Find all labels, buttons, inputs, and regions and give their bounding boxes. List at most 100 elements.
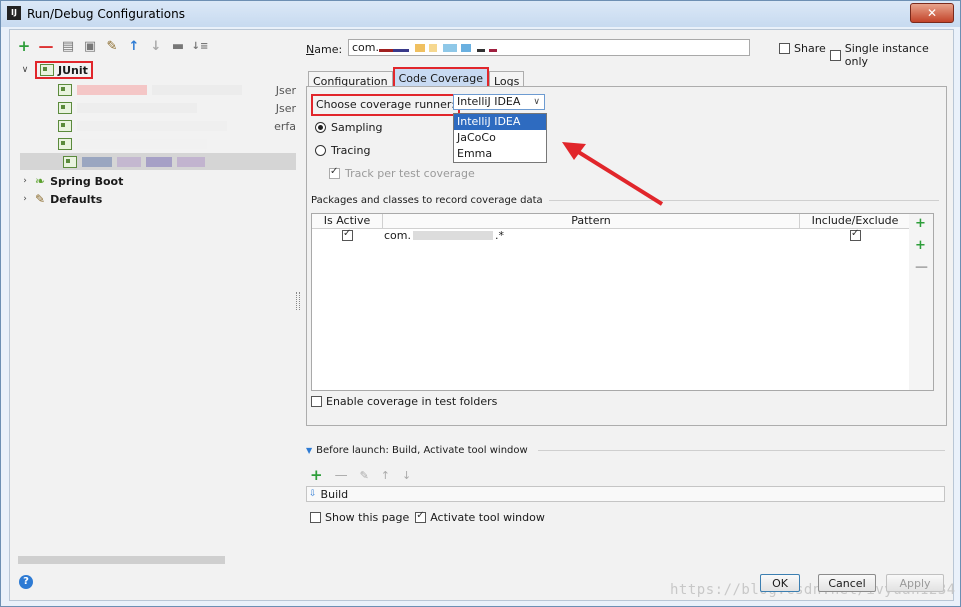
tree-label-suffix: erfa: [274, 119, 296, 133]
single-instance-option[interactable]: Single instance only: [830, 42, 953, 68]
spring-boot-icon: ❧: [35, 174, 46, 188]
add-task-icon[interactable]: +: [310, 466, 323, 484]
tree-label-suffix: Jser: [275, 101, 296, 115]
packages-group-label: Packages and classes to record coverage …: [311, 195, 543, 206]
junit-icon: [40, 64, 54, 76]
title-bar[interactable]: IJ Run/Debug Configurations ✕: [1, 1, 960, 27]
wrench-icon[interactable]: ✎: [106, 39, 118, 54]
wrench-icon: ✎: [35, 192, 46, 206]
junit-test-icon: [58, 102, 72, 114]
tree-node-test-1[interactable]: Jser: [58, 82, 296, 98]
tree-node-spring-boot[interactable]: › ❧ Spring Boot: [20, 173, 123, 189]
coverage-runner-dropdown: IntelliJ IDEA JaCoCo Emma: [453, 113, 547, 163]
intellij-app-icon: IJ: [7, 6, 21, 20]
row-pattern[interactable]: com. .*: [384, 229, 504, 242]
show-page-label: Show this page: [325, 511, 410, 524]
runner-option-emma[interactable]: Emma: [454, 146, 546, 162]
tree-label-junit: JUnit: [58, 63, 88, 77]
sampling-option[interactable]: Sampling: [315, 121, 383, 134]
before-launch-build-item[interactable]: ⇩ Build: [306, 486, 945, 502]
enable-test-folders-checkbox[interactable]: [311, 396, 322, 407]
move-up-icon[interactable]: ↑: [128, 39, 140, 54]
move-down-icon[interactable]: ↓: [402, 469, 411, 482]
add-package-icon[interactable]: +: [915, 238, 926, 253]
pane-splitter[interactable]: [296, 292, 300, 310]
tree-node-test-4[interactable]: [58, 136, 296, 152]
patterns-table[interactable]: Is Active Pattern Include/Exclude com. .…: [311, 213, 911, 391]
sampling-radio[interactable]: [315, 122, 326, 133]
window-title: Run/Debug Configurations: [27, 7, 185, 21]
config-tree: ∨ JUnit Jser Jser erfa › ❧ Spring Boot ›…: [18, 60, 296, 560]
col-include-exclude[interactable]: Include/Exclude: [800, 214, 910, 228]
tree-node-defaults[interactable]: › ✎ Defaults: [20, 191, 102, 207]
remove-icon[interactable]: —: [39, 37, 54, 55]
folder-icon[interactable]: ▬: [172, 39, 184, 54]
row-include-checkbox[interactable]: [850, 228, 861, 241]
tree-node-test-2[interactable]: Jser: [58, 100, 296, 116]
move-up-icon[interactable]: ↑: [381, 469, 390, 482]
show-page-checkbox[interactable]: [310, 512, 321, 523]
runner-option-jacoco[interactable]: JaCoCo: [454, 130, 546, 146]
edit-task-icon[interactable]: ✎: [360, 469, 369, 482]
row-active-checkbox[interactable]: [342, 228, 353, 241]
sampling-label: Sampling: [331, 121, 383, 134]
coverage-runner-label: Choose coverage runner:: [311, 94, 460, 116]
tree-node-selected[interactable]: [20, 153, 296, 170]
tree-horizontal-scrollbar[interactable]: [18, 556, 225, 564]
coverage-runner-value: IntelliJ IDEA: [457, 95, 521, 108]
collapse-triangle-icon[interactable]: ▼: [306, 446, 312, 455]
tracing-radio[interactable]: [315, 145, 326, 156]
before-launch-header[interactable]: ▼ Before launch: Build, Activate tool wi…: [306, 445, 945, 456]
name-field[interactable]: com.: [348, 39, 750, 56]
chevron-right-icon[interactable]: ›: [20, 194, 30, 204]
tree-label-suffix: Jser: [275, 83, 296, 97]
remove-pattern-icon[interactable]: —: [915, 260, 928, 275]
tracing-label: Tracing: [331, 144, 371, 157]
junit-test-icon: [58, 120, 72, 132]
ok-button[interactable]: OK: [760, 574, 800, 592]
chevron-down-icon[interactable]: ∨: [20, 65, 30, 75]
help-icon[interactable]: ?: [19, 575, 33, 589]
col-pattern[interactable]: Pattern: [383, 214, 800, 228]
table-header: Is Active Pattern Include/Exclude: [312, 214, 910, 229]
sort-icon[interactable]: ↓≡: [192, 40, 209, 52]
col-is-active[interactable]: Is Active: [312, 214, 383, 228]
tracing-option[interactable]: Tracing: [315, 144, 370, 157]
tree-label-defaults: Defaults: [50, 192, 103, 206]
code-coverage-panel: Choose coverage runner: IntelliJ IDEA ∨ …: [306, 86, 947, 426]
activate-tool-window-checkbox[interactable]: [415, 510, 427, 523]
chevron-down-icon: ∨: [533, 97, 540, 107]
annotation-arrow-icon: [562, 142, 664, 206]
chevron-right-icon[interactable]: ›: [20, 176, 30, 186]
config-toolbar: + — ▤ ▣ ✎ ↑ ↓ ▬ ↓≡: [18, 37, 209, 55]
share-label: Share: [794, 42, 826, 55]
share-checkbox[interactable]: [779, 43, 790, 54]
copy-icon[interactable]: ▤: [62, 39, 74, 54]
row-pattern-prefix: com.: [384, 229, 411, 242]
activate-tool-window-label: Activate tool window: [430, 511, 545, 524]
runner-option-intellij[interactable]: IntelliJ IDEA: [454, 114, 546, 130]
move-down-icon[interactable]: ↓: [150, 39, 162, 54]
tree-node-junit[interactable]: ∨ JUnit: [20, 61, 93, 79]
tree-node-test-3[interactable]: erfa: [58, 118, 296, 134]
junit-test-icon: [58, 84, 72, 96]
dialog-content: + — ▤ ▣ ✎ ↑ ↓ ▬ ↓≡ ∨ JUnit Jser Jser erf…: [9, 29, 955, 601]
table-row[interactable]: com. .*: [312, 228, 910, 243]
remove-task-icon[interactable]: —: [335, 468, 348, 483]
name-value: com.: [352, 41, 379, 54]
apply-button[interactable]: Apply: [886, 574, 944, 592]
single-instance-label: Single instance only: [844, 42, 929, 68]
cancel-button[interactable]: Cancel: [818, 574, 876, 592]
add-class-icon[interactable]: +: [915, 216, 926, 231]
share-option[interactable]: Share: [779, 42, 826, 55]
before-launch-label: Before launch: Build, Activate tool wind…: [316, 445, 528, 456]
add-icon[interactable]: +: [18, 37, 31, 55]
build-label: Build: [320, 487, 349, 501]
single-instance-checkbox[interactable]: [830, 49, 841, 61]
save-icon[interactable]: ▣: [84, 39, 96, 54]
coverage-runner-select[interactable]: IntelliJ IDEA ∨: [453, 94, 545, 110]
enable-test-folders-option[interactable]: Enable coverage in test folders: [311, 395, 497, 408]
name-label: Name:: [306, 43, 343, 56]
close-button[interactable]: ✕: [910, 3, 954, 23]
tree-label-spring-boot: Spring Boot: [50, 174, 124, 188]
